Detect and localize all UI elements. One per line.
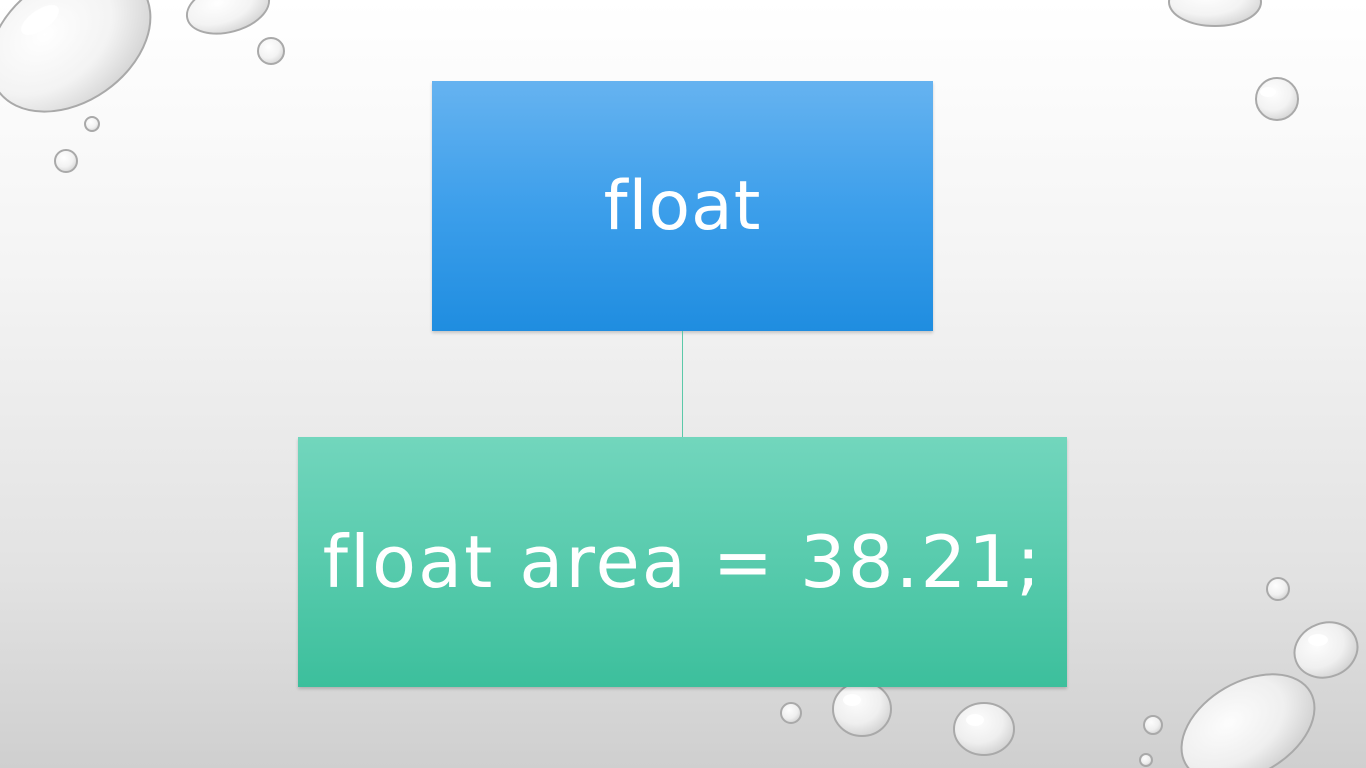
droplet <box>1143 715 1163 735</box>
droplet <box>1293 621 1359 679</box>
diagram-node-example: float area = 38.21; <box>298 437 1067 687</box>
droplet <box>1266 577 1290 601</box>
connector-line <box>682 331 683 437</box>
droplet <box>832 681 892 737</box>
droplet <box>185 0 271 35</box>
node-label: float <box>603 166 762 246</box>
droplet <box>257 37 285 65</box>
slide: float float area = 38.21; <box>0 0 1366 768</box>
droplet <box>54 149 78 173</box>
droplet <box>84 116 100 132</box>
droplet <box>1168 0 1262 27</box>
node-label: float area = 38.21; <box>322 520 1043 604</box>
droplet <box>953 702 1015 756</box>
droplet <box>0 0 152 113</box>
droplet <box>780 702 802 724</box>
droplet <box>1139 753 1153 767</box>
droplet <box>1255 77 1299 121</box>
diagram-node-type: float <box>432 81 933 331</box>
droplet <box>1180 673 1316 768</box>
